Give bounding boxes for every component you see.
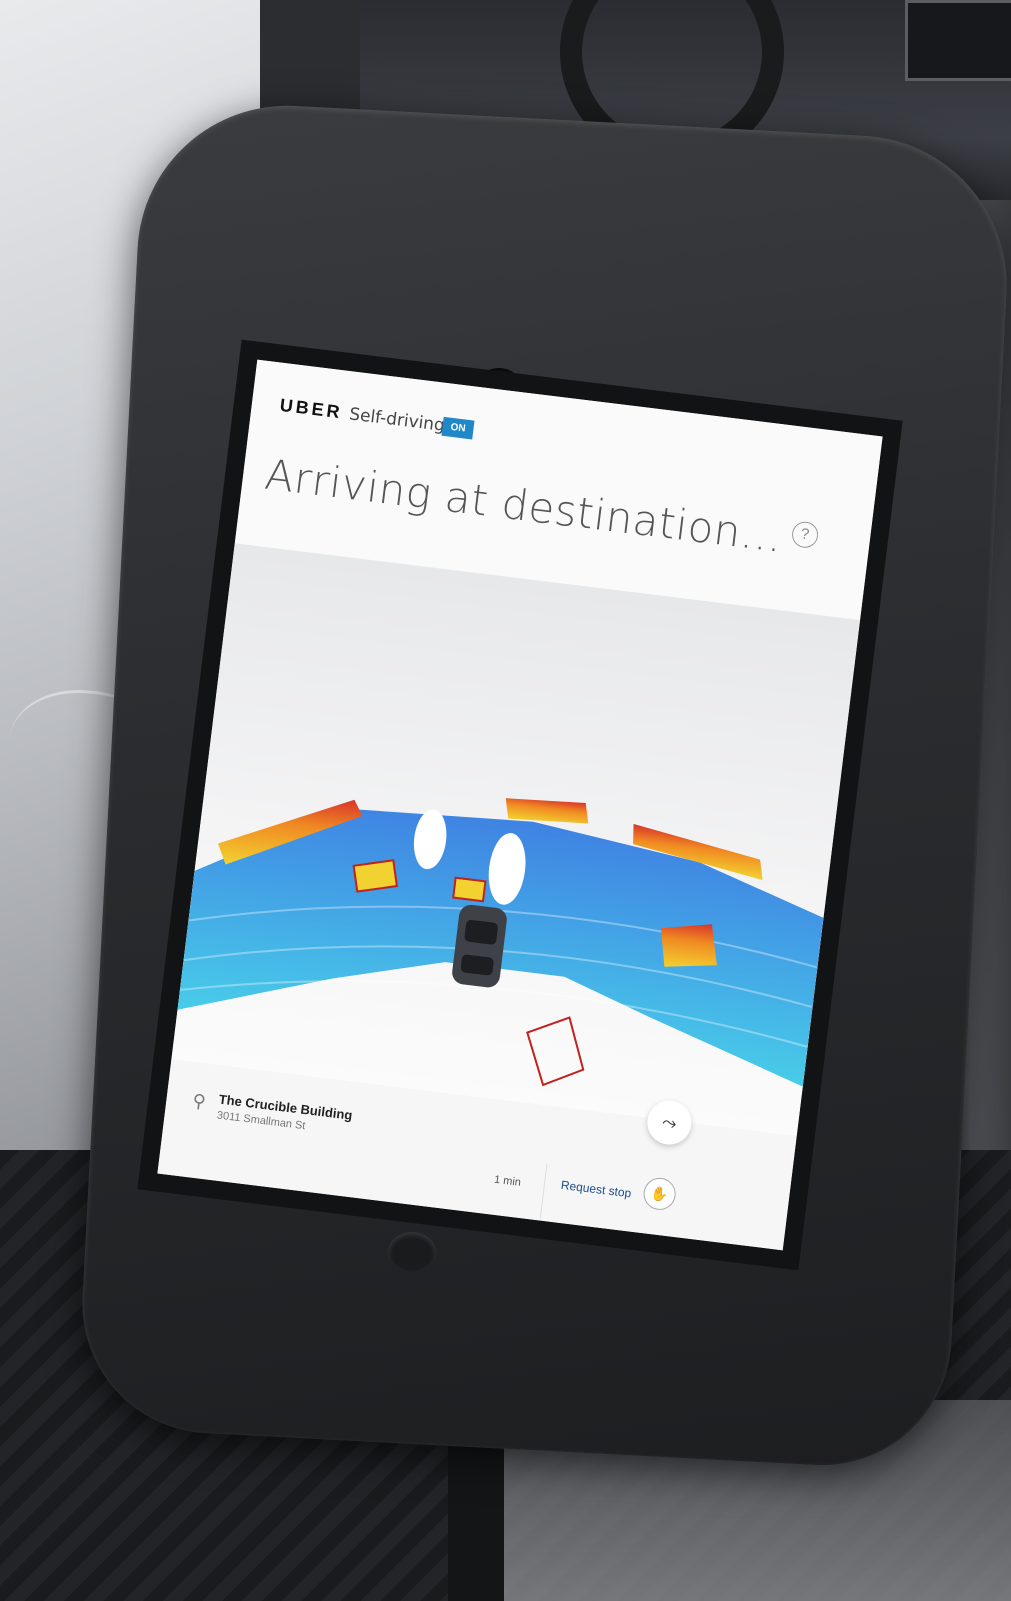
tablet-screen: UBER Self-driving ON Arriving at destina… (157, 359, 883, 1251)
divider (539, 1163, 548, 1219)
self-driving-car-icon (452, 904, 507, 988)
dashboard-screen (905, 0, 1011, 81)
lidar-scene (177, 798, 824, 1087)
location-pin-icon: ⚲ (191, 1090, 207, 1112)
detected-vehicle (526, 1016, 585, 1087)
mode-label: Self-driving (348, 404, 446, 436)
home-button[interactable] (388, 1232, 436, 1272)
detected-vehicle (452, 876, 487, 903)
hand-icon[interactable]: ✋ (641, 1176, 678, 1212)
status-badge: ON (441, 416, 475, 440)
request-stop-button[interactable]: Request stop (560, 1178, 632, 1201)
eta-label: 1 min (493, 1173, 522, 1189)
uber-logo: UBER (278, 394, 344, 423)
detected-vehicle (352, 859, 399, 893)
lidar-visualization (171, 543, 861, 1137)
photo-scene: UBER Self-driving ON Arriving at destina… (0, 0, 1011, 1601)
page-title: Arriving at destination... (262, 449, 786, 562)
help-icon[interactable]: ? (790, 520, 820, 550)
